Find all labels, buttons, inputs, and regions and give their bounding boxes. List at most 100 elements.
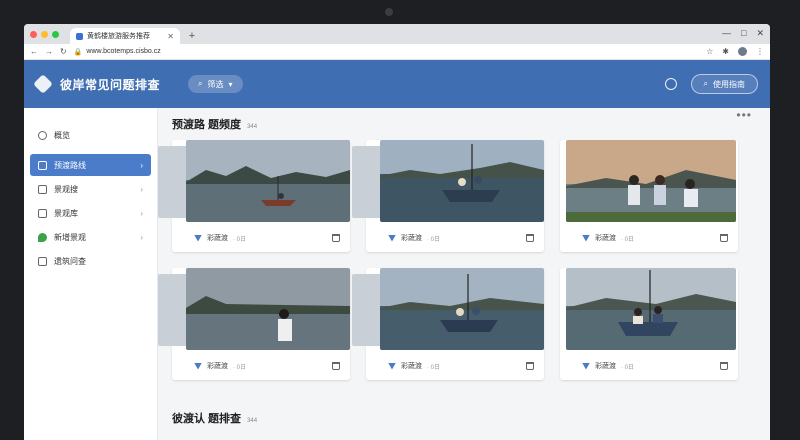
menu-icon[interactable]: ⋮ [756,47,764,56]
maximize-icon[interactable]: □ [741,28,746,39]
doc-icon [38,256,47,266]
trash-icon[interactable] [720,234,728,242]
sidebar-item-label: 概览 [54,130,70,140]
new-tab-button[interactable]: + [184,28,200,44]
card-date: · 0日 [621,364,635,371]
more-options-icon[interactable]: ••• [736,108,752,122]
close-dot[interactable] [30,31,37,38]
card-footer: 彩蔬渡 · 0日 [582,360,728,372]
trash-icon[interactable] [526,234,534,242]
card-thumbnail[interactable] [566,140,736,222]
traffic-lights [30,31,59,38]
maximize-dot[interactable] [52,31,59,38]
extension-icon[interactable]: ✱ [722,47,729,56]
card-grid: 彩蔬渡 · 0日 彩蔬渡 · 0日 彩蔬渡 · 0日 彩蔬渡 · 0日 彩蔬渡 … [158,140,754,380]
star-icon[interactable]: ☆ [706,47,713,56]
card-footer: 彩蔬渡 · 0日 [582,232,728,244]
address-bar: ← → ↻ 🔒 www.bcotemps.cisbo.cz ☆ ✱ ⋮ [24,44,770,60]
tab-close-icon[interactable]: ✕ [167,32,174,41]
section-count: 344 [247,418,258,424]
sidebar-item-library[interactable]: 景观库 › [30,202,151,224]
card-footer: 彩蔬渡 · 0日 [194,360,340,372]
brand-icon [582,362,590,370]
user-icon[interactable] [664,78,677,90]
card-thumbnail[interactable] [566,268,736,350]
trash-icon[interactable] [332,362,340,370]
search-icon: ⌕ [198,79,203,88]
app-title: 彼岸常见问题排查 [60,77,161,92]
trash-icon[interactable] [720,362,728,370]
card-thumbnail[interactable] [380,268,544,350]
card-stack [352,274,382,346]
guide-button[interactable]: ⌕ 使用指南 [690,74,758,94]
card-thumbnail[interactable] [186,140,350,222]
sidebar-item-label: 预渡路线 [54,160,86,170]
app-header: 彼岸常见问题排查 ⌕ 筛选 ▾ ⌕ 使用指南 [24,60,770,108]
favicon-icon [76,32,83,40]
card-date: · 0日 [233,364,247,371]
address-actions: ☆ ✱ ⋮ [706,47,764,56]
card-thumbnail[interactable] [380,140,544,222]
card-tag: 彩蔬渡 [595,363,616,370]
brand-icon [388,362,396,370]
sidebar-item-check[interactable]: 遗筑问查 [30,250,151,272]
header-actions: ⌕ 使用指南 [664,74,758,94]
sidebar-item-label: 景观库 [54,208,78,218]
laptop-bezel: 黄鹤楼旅游服务推荐 ✕ + — □ ✕ ← → ↻ 🔒 www.bcotemps… [0,0,800,440]
minimize-dot[interactable] [41,31,48,38]
browser-tab[interactable]: 黄鹤楼旅游服务推荐 ✕ [70,28,180,44]
card-tag: 彩蔬渡 [207,363,228,370]
sidebar-item-overview[interactable]: 概览 [30,124,151,146]
search-icon: ⌕ [703,79,708,88]
map-icon [38,160,47,170]
card-footer: 彩蔬渡 · 0日 [194,232,340,244]
photo-card[interactable]: 彩蔬渡 · 0日 [158,140,350,252]
photo-card[interactable]: 彩蔬渡 · 0日 [158,268,350,380]
brand-icon [388,234,396,242]
camera-dot [385,8,393,16]
sidebar-item-search[interactable]: 景观搜 › [30,178,151,200]
section-title: 彼渡认 题排查 [172,413,242,425]
chevron-right-icon: › [140,232,143,242]
card-tag: 彩蔬渡 [595,235,616,242]
tab-title: 黄鹤楼旅游服务推荐 [87,33,150,40]
url-field[interactable]: 🔒 www.bcotemps.cisbo.cz [74,48,161,56]
url-text: www.bcotemps.cisbo.cz [86,48,161,55]
sidebar-item-new[interactable]: 新增景观 › [30,226,151,248]
minimize-icon[interactable]: — [722,28,731,39]
section-title: 预渡路 题频度 [172,119,242,131]
window-controls: — □ ✕ [722,28,764,39]
camera-icon [38,184,47,194]
sidebar-item-label: 景观搜 [54,184,78,194]
browser-tabbar: 黄鹤楼旅游服务推荐 ✕ + — □ ✕ [24,24,770,44]
card-thumbnail[interactable] [186,268,350,350]
brand-icon [194,234,202,242]
sidebar-item-routes[interactable]: 预渡路线 › [30,154,151,176]
card-date: · 0日 [621,236,635,243]
card-date: · 0日 [233,236,247,243]
back-icon[interactable]: ← [30,47,38,56]
forward-icon[interactable]: → [45,47,53,56]
trash-icon[interactable] [332,234,340,242]
section-header: 预渡路 题频度 344 [172,108,754,132]
chevron-right-icon: › [140,160,143,170]
card-stack [352,146,382,218]
brand-icon [194,362,202,370]
chevron-down-icon: ▾ [228,79,233,89]
close-icon[interactable]: ✕ [756,28,764,39]
filter-pill-label: 筛选 [207,79,224,89]
trash-icon[interactable] [526,362,534,370]
reload-icon[interactable]: ↻ [60,47,67,56]
guide-button-label: 使用指南 [713,79,745,89]
photo-card[interactable]: 彩蔬渡 · 0日 [352,140,544,252]
profile-avatar[interactable] [738,47,747,56]
screen: 黄鹤楼旅游服务推荐 ✕ + — □ ✕ ← → ↻ 🔒 www.bcotemps… [24,24,770,440]
photo-card[interactable]: 彩蔬渡 · 0日 [560,140,738,252]
photo-card[interactable]: 彩蔬渡 · 0日 [352,268,544,380]
brand-icon [582,234,590,242]
card-stack [158,146,188,218]
chevron-right-icon: › [140,208,143,218]
filter-pill[interactable]: ⌕ 筛选 ▾ [188,75,243,93]
chevron-right-icon: › [140,184,143,194]
photo-card[interactable]: 彩蔬渡 · 0日 [560,268,738,380]
